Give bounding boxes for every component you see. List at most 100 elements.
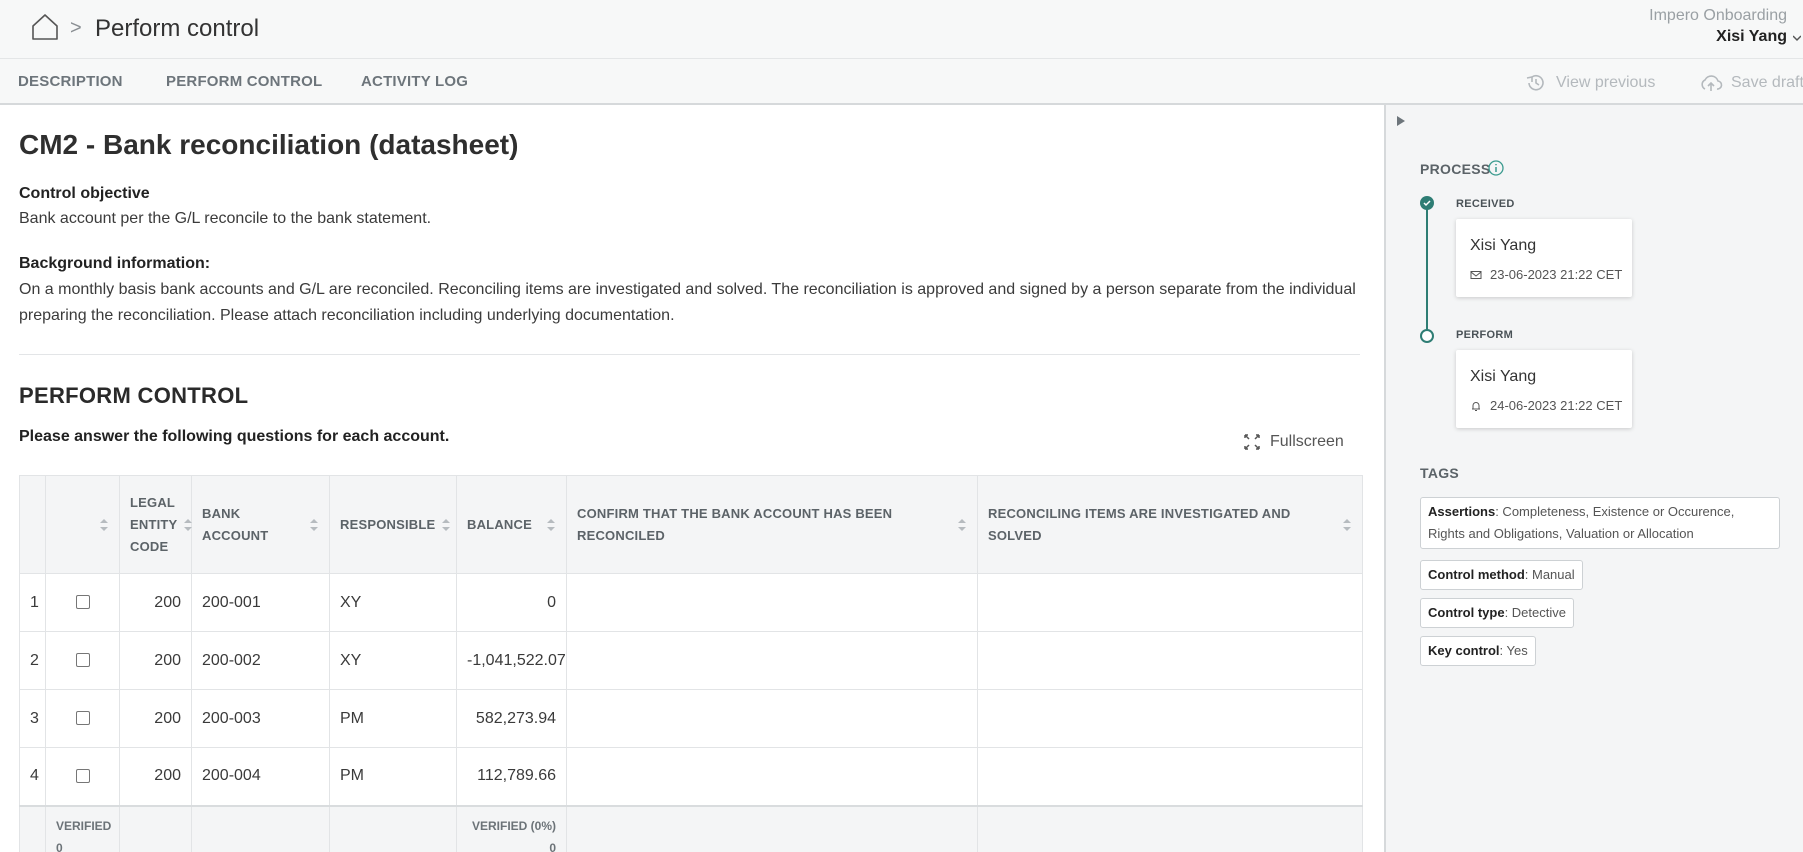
tag-key: Key control — [1428, 643, 1500, 658]
table-row: 4 200 200-004 PM 112,789.66 — [19, 747, 1363, 806]
mail-icon — [1470, 270, 1482, 279]
step-perform-date: 24-06-2023 21:22 CET — [1490, 398, 1623, 413]
footer-balance-verified-value: 0 — [549, 840, 556, 852]
divider — [19, 354, 1360, 355]
row-number: 3 — [19, 689, 46, 748]
column-header-select[interactable] — [45, 475, 120, 574]
user-name: Xisi Yang — [1716, 28, 1787, 45]
timeline-line — [1426, 200, 1428, 330]
table-row: 3 200 200-003 PM 582,273.94 — [19, 689, 1363, 748]
bank-account-cell: 200-001 — [191, 573, 330, 632]
column-header-responsible[interactable]: RESPONSIBLE — [329, 475, 457, 574]
footer-balance-verified: VERIFIED (0%) 0 — [456, 804, 567, 852]
tag-assertions: Assertions: Completeness, Existence or O… — [1420, 497, 1780, 549]
top-header: > Perform control Impero Onboarding Xisi… — [0, 0, 1803, 59]
column-header-reconciling-items[interactable]: RECONCILING ITEMS ARE INVESTIGATED AND S… — [977, 475, 1363, 574]
tabs-bar: DESCRIPTION PERFORM CONTROL ACTIVITY LOG… — [0, 59, 1803, 105]
bank-account-cell: 200-003 — [191, 689, 330, 748]
tag-value: : Yes — [1499, 643, 1528, 658]
table-header-row: LEGAL ENTITY CODE BANK ACCOUNT RESPONSIB… — [19, 475, 1363, 574]
side-panel: PROCESS RECEIVED Xisi Yang 23-06-2023 21… — [1384, 105, 1803, 852]
org-name: Impero Onboarding — [1649, 7, 1787, 24]
bank-account-cell: 200-004 — [191, 747, 330, 806]
footer-cell-empty — [119, 804, 192, 852]
breadcrumb-separator: > — [70, 17, 82, 39]
responsible-cell: PM — [329, 689, 457, 748]
step-received-date: 23-06-2023 21:22 CET — [1490, 267, 1623, 282]
caret-right-icon[interactable] — [1396, 115, 1406, 127]
view-previous-label: View previous — [1556, 74, 1656, 91]
step-pending-icon — [1420, 329, 1434, 343]
row-checkbox[interactable] — [75, 653, 90, 668]
reconciling-items-cell[interactable] — [977, 689, 1363, 748]
page-title: Perform control — [95, 15, 260, 42]
home-icon[interactable] — [30, 12, 60, 42]
sort-icon[interactable] — [183, 518, 193, 532]
history-icon — [1526, 74, 1544, 91]
legal-entity-code-cell: 200 — [119, 689, 192, 748]
row-checkbox-cell — [45, 689, 120, 748]
tag-control-type: Control type: Detective — [1420, 598, 1574, 628]
row-checkbox[interactable] — [75, 711, 90, 726]
sort-icon[interactable] — [309, 518, 319, 532]
bell-icon — [1472, 401, 1480, 411]
tags-label: TAGS — [1420, 465, 1460, 481]
bank-account-cell: 200-002 — [191, 631, 330, 690]
column-header-legal-entity-code[interactable]: LEGAL ENTITY CODE — [119, 475, 193, 574]
sort-icon[interactable] — [546, 518, 556, 532]
legal-entity-code-cell: 200 — [119, 631, 192, 690]
confirm-reconciled-cell[interactable] — [566, 631, 978, 690]
responsible-cell: XY — [329, 573, 457, 632]
tab-perform-control[interactable]: PERFORM CONTROL — [166, 73, 322, 90]
row-checkbox[interactable] — [75, 769, 90, 784]
reconciling-items-cell[interactable] — [977, 573, 1363, 632]
sort-icon[interactable] — [99, 518, 109, 532]
tag-key-control: Key control: Yes — [1420, 636, 1536, 666]
footer-verified-label: VERIFIED — [56, 818, 112, 833]
tag-key: Control type — [1428, 605, 1505, 620]
table-footer-row: VERIFIED 0 VERIFIED (0%) 0 — [19, 804, 1363, 852]
confirm-reconciled-cell[interactable] — [566, 689, 978, 748]
balance-cell: 0 — [456, 573, 567, 632]
row-checkbox-cell — [45, 631, 120, 690]
background-info-label: Background information: — [19, 255, 211, 272]
column-header-bank-account[interactable]: BANK ACCOUNT — [191, 475, 330, 574]
step-perform-date-row: 24-06-2023 21:22 CET — [1470, 398, 1622, 413]
tag-control-method: Control method: Manual — [1420, 560, 1583, 590]
column-header-confirm-reconciled[interactable]: CONFIRM THAT THE BANK ACCOUNT HAS BEEN R… — [566, 475, 978, 574]
footer-balance-verified-label: VERIFIED (0%) — [471, 818, 556, 833]
step-perform-label: PERFORM — [1456, 329, 1514, 341]
row-checkbox[interactable] — [75, 595, 90, 610]
balance-cell: -1,041,522.07 — [456, 631, 567, 690]
confirm-reconciled-cell[interactable] — [566, 573, 978, 632]
responsible-cell: PM — [329, 747, 457, 806]
column-header-balance[interactable]: BALANCE — [456, 475, 567, 574]
tab-description[interactable]: DESCRIPTION — [18, 73, 123, 90]
save-draft-button[interactable]: Save draft — [1699, 72, 1803, 94]
row-checkbox-cell — [45, 747, 120, 806]
sort-icon[interactable] — [441, 518, 451, 532]
user-menu[interactable]: Impero Onboarding Xisi Yang — [1649, 7, 1787, 46]
footer-cell-empty — [566, 804, 978, 852]
view-previous-button[interactable]: View previous — [1524, 72, 1655, 94]
info-icon[interactable] — [1488, 160, 1504, 176]
reconciling-items-cell[interactable] — [977, 747, 1363, 806]
sort-icon[interactable] — [1342, 518, 1352, 532]
step-received-user: Xisi Yang — [1470, 237, 1537, 254]
tab-activity-log[interactable]: ACTIVITY LOG — [361, 73, 468, 90]
row-number: 2 — [19, 631, 46, 690]
main-content: CM2 - Bank reconciliation (datasheet) Co… — [0, 105, 1384, 852]
confirm-reconciled-cell[interactable] — [566, 747, 978, 806]
tag-value: : Detective — [1504, 605, 1566, 620]
balance-cell: 112,789.66 — [456, 747, 567, 806]
accounts-table: LEGAL ENTITY CODE BANK ACCOUNT RESPONSIB… — [19, 475, 1363, 852]
reconciling-items-cell[interactable] — [977, 631, 1363, 690]
responsible-cell: XY — [329, 631, 457, 690]
control-objective-label: Control objective — [19, 185, 150, 202]
fullscreen-button[interactable]: Fullscreen — [1244, 433, 1344, 451]
sort-icon[interactable] — [957, 518, 967, 532]
legal-entity-code-cell: 200 — [119, 573, 192, 632]
tag-key: Assertions — [1428, 504, 1496, 519]
chevron-down-icon[interactable] — [1793, 34, 1801, 42]
footer-cell-empty — [19, 804, 46, 852]
